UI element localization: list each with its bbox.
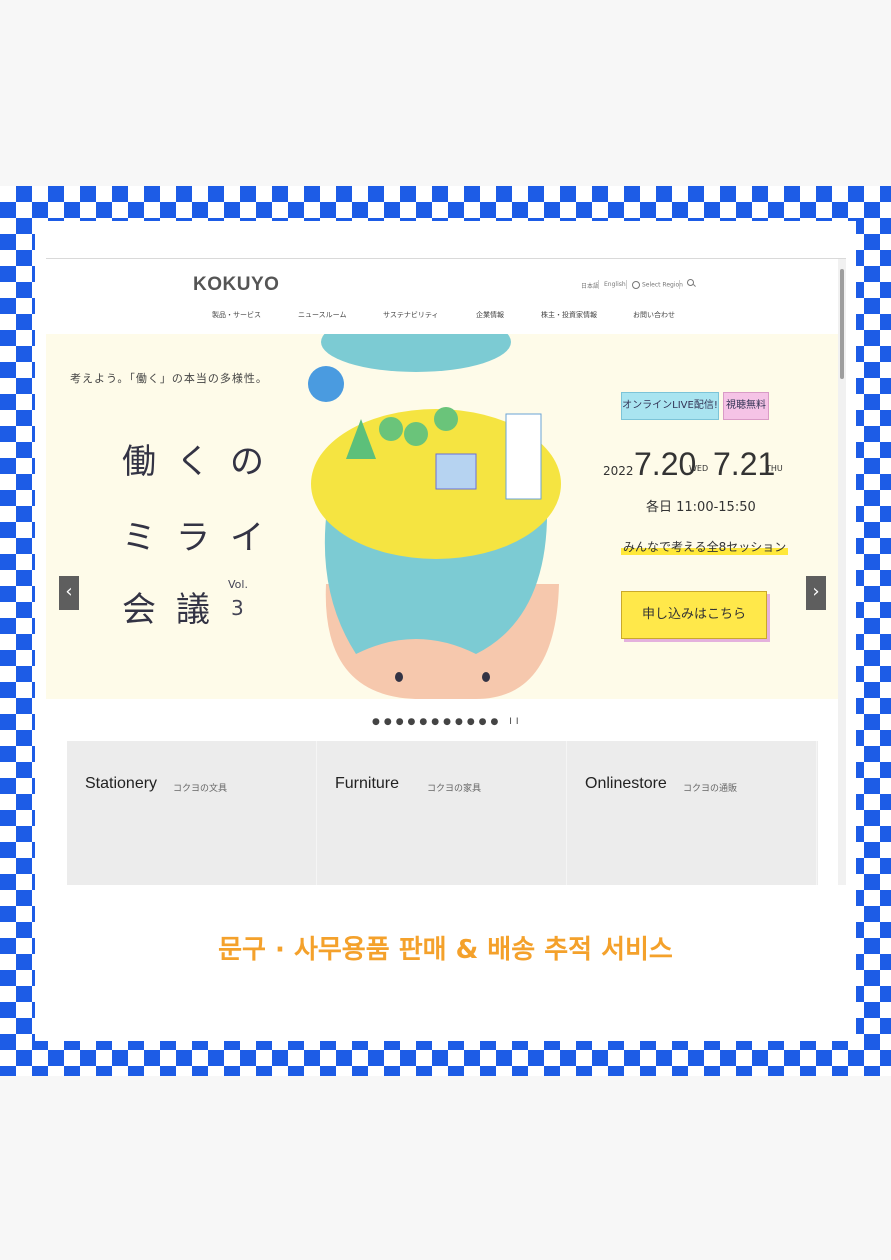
badge-free: 視聴無料: [723, 392, 769, 420]
region-label: Select Region: [642, 281, 683, 289]
hero-banner[interactable]: 考えよう。「働く」の本当の多様性。 働くの ミライ 会議 Vol. 3 ‹ › …: [46, 334, 838, 699]
nav-sustainability[interactable]: サステナビリティ: [383, 310, 438, 320]
search-icon[interactable]: [687, 279, 694, 286]
carousel-dot-list[interactable]: ●●●●●●●●●●●: [372, 717, 502, 727]
hero-tagline: 考えよう。「働く」の本当の多様性。: [70, 372, 268, 385]
event-time: 各日 11:00-15:50: [646, 500, 756, 515]
event-sessions: みんなで考える全8セッション: [621, 538, 789, 555]
caption-text: 문구 · 사무용품 판매 & 배송 추적 서비스: [218, 935, 673, 965]
head-hair-top: [321, 334, 511, 372]
tree-top: [404, 422, 428, 446]
lang-en-link[interactable]: English: [604, 281, 626, 288]
divider: [626, 280, 627, 289]
carousel-pause-icon[interactable]: II: [509, 717, 522, 727]
card-title: Stationery: [85, 775, 158, 792]
hero-title-line-3: 会議: [122, 590, 230, 630]
hero-title-line-2: ミライ: [122, 518, 284, 558]
category-cards: Stationery コクヨの文具 Furniture コクヨの家具 Onlin…: [67, 741, 818, 885]
site-logo[interactable]: KOKUYO: [193, 274, 279, 296]
building: [505, 413, 542, 500]
card-subtitle: コクヨの家具: [427, 784, 482, 794]
nav-products[interactable]: 製品・サービス: [212, 310, 261, 320]
hero-title-line-1: 働くの: [122, 442, 284, 482]
nav-company[interactable]: 企業情報: [476, 310, 504, 320]
divider: [598, 280, 599, 289]
event-weekday-2: THU: [766, 464, 783, 473]
event-year: 2022: [603, 464, 634, 478]
divider: [679, 280, 680, 289]
carousel-dots[interactable]: ●●●●●●●●●●● II: [372, 717, 523, 727]
website-screenshot: KOKUYO 日本語 English Select Region 製品・サービス…: [46, 258, 846, 885]
screen: [435, 453, 477, 490]
tree-top: [379, 417, 403, 441]
card-stationery[interactable]: Stationery コクヨの文具: [67, 741, 317, 885]
hero-illustration: [311, 334, 561, 699]
globe-icon: [632, 281, 640, 289]
card-title: Furniture: [335, 775, 400, 792]
globe-illustration: [308, 366, 344, 402]
event-date-1: 7.20: [634, 446, 697, 482]
badge-live: オンラインLIVE配信!: [621, 392, 719, 420]
card-furniture[interactable]: Furniture コクヨの家具: [317, 741, 567, 885]
nav-contact[interactable]: お問い合わせ: [633, 310, 675, 320]
tree-top: [434, 407, 458, 431]
lang-ja-link[interactable]: 日本語: [581, 281, 599, 290]
card-title: Onlinestore: [585, 775, 667, 792]
nav-newsroom[interactable]: ニュースルーム: [298, 310, 346, 320]
scrollbar-thumb[interactable]: [840, 269, 844, 379]
eye-left: [395, 672, 403, 682]
card-subtitle: コクヨの通販: [683, 784, 738, 794]
eye-right: [482, 672, 490, 682]
carousel-next-button[interactable]: ›: [806, 576, 826, 610]
card-onlinestore[interactable]: Onlinestore コクヨの通販: [567, 741, 817, 885]
event-weekday-1: WED: [689, 464, 709, 473]
vol-number: 3: [231, 596, 244, 620]
nav-investors[interactable]: 株主・投資家情報: [541, 310, 597, 320]
vol-label: Vol.: [228, 578, 248, 591]
card-subtitle: コクヨの文具: [173, 784, 228, 794]
region-link[interactable]: Select Region: [632, 281, 683, 289]
carousel-prev-button[interactable]: ‹: [59, 576, 79, 610]
scrollbar[interactable]: [838, 259, 846, 885]
apply-button[interactable]: 申し込みはこちら: [621, 591, 767, 639]
